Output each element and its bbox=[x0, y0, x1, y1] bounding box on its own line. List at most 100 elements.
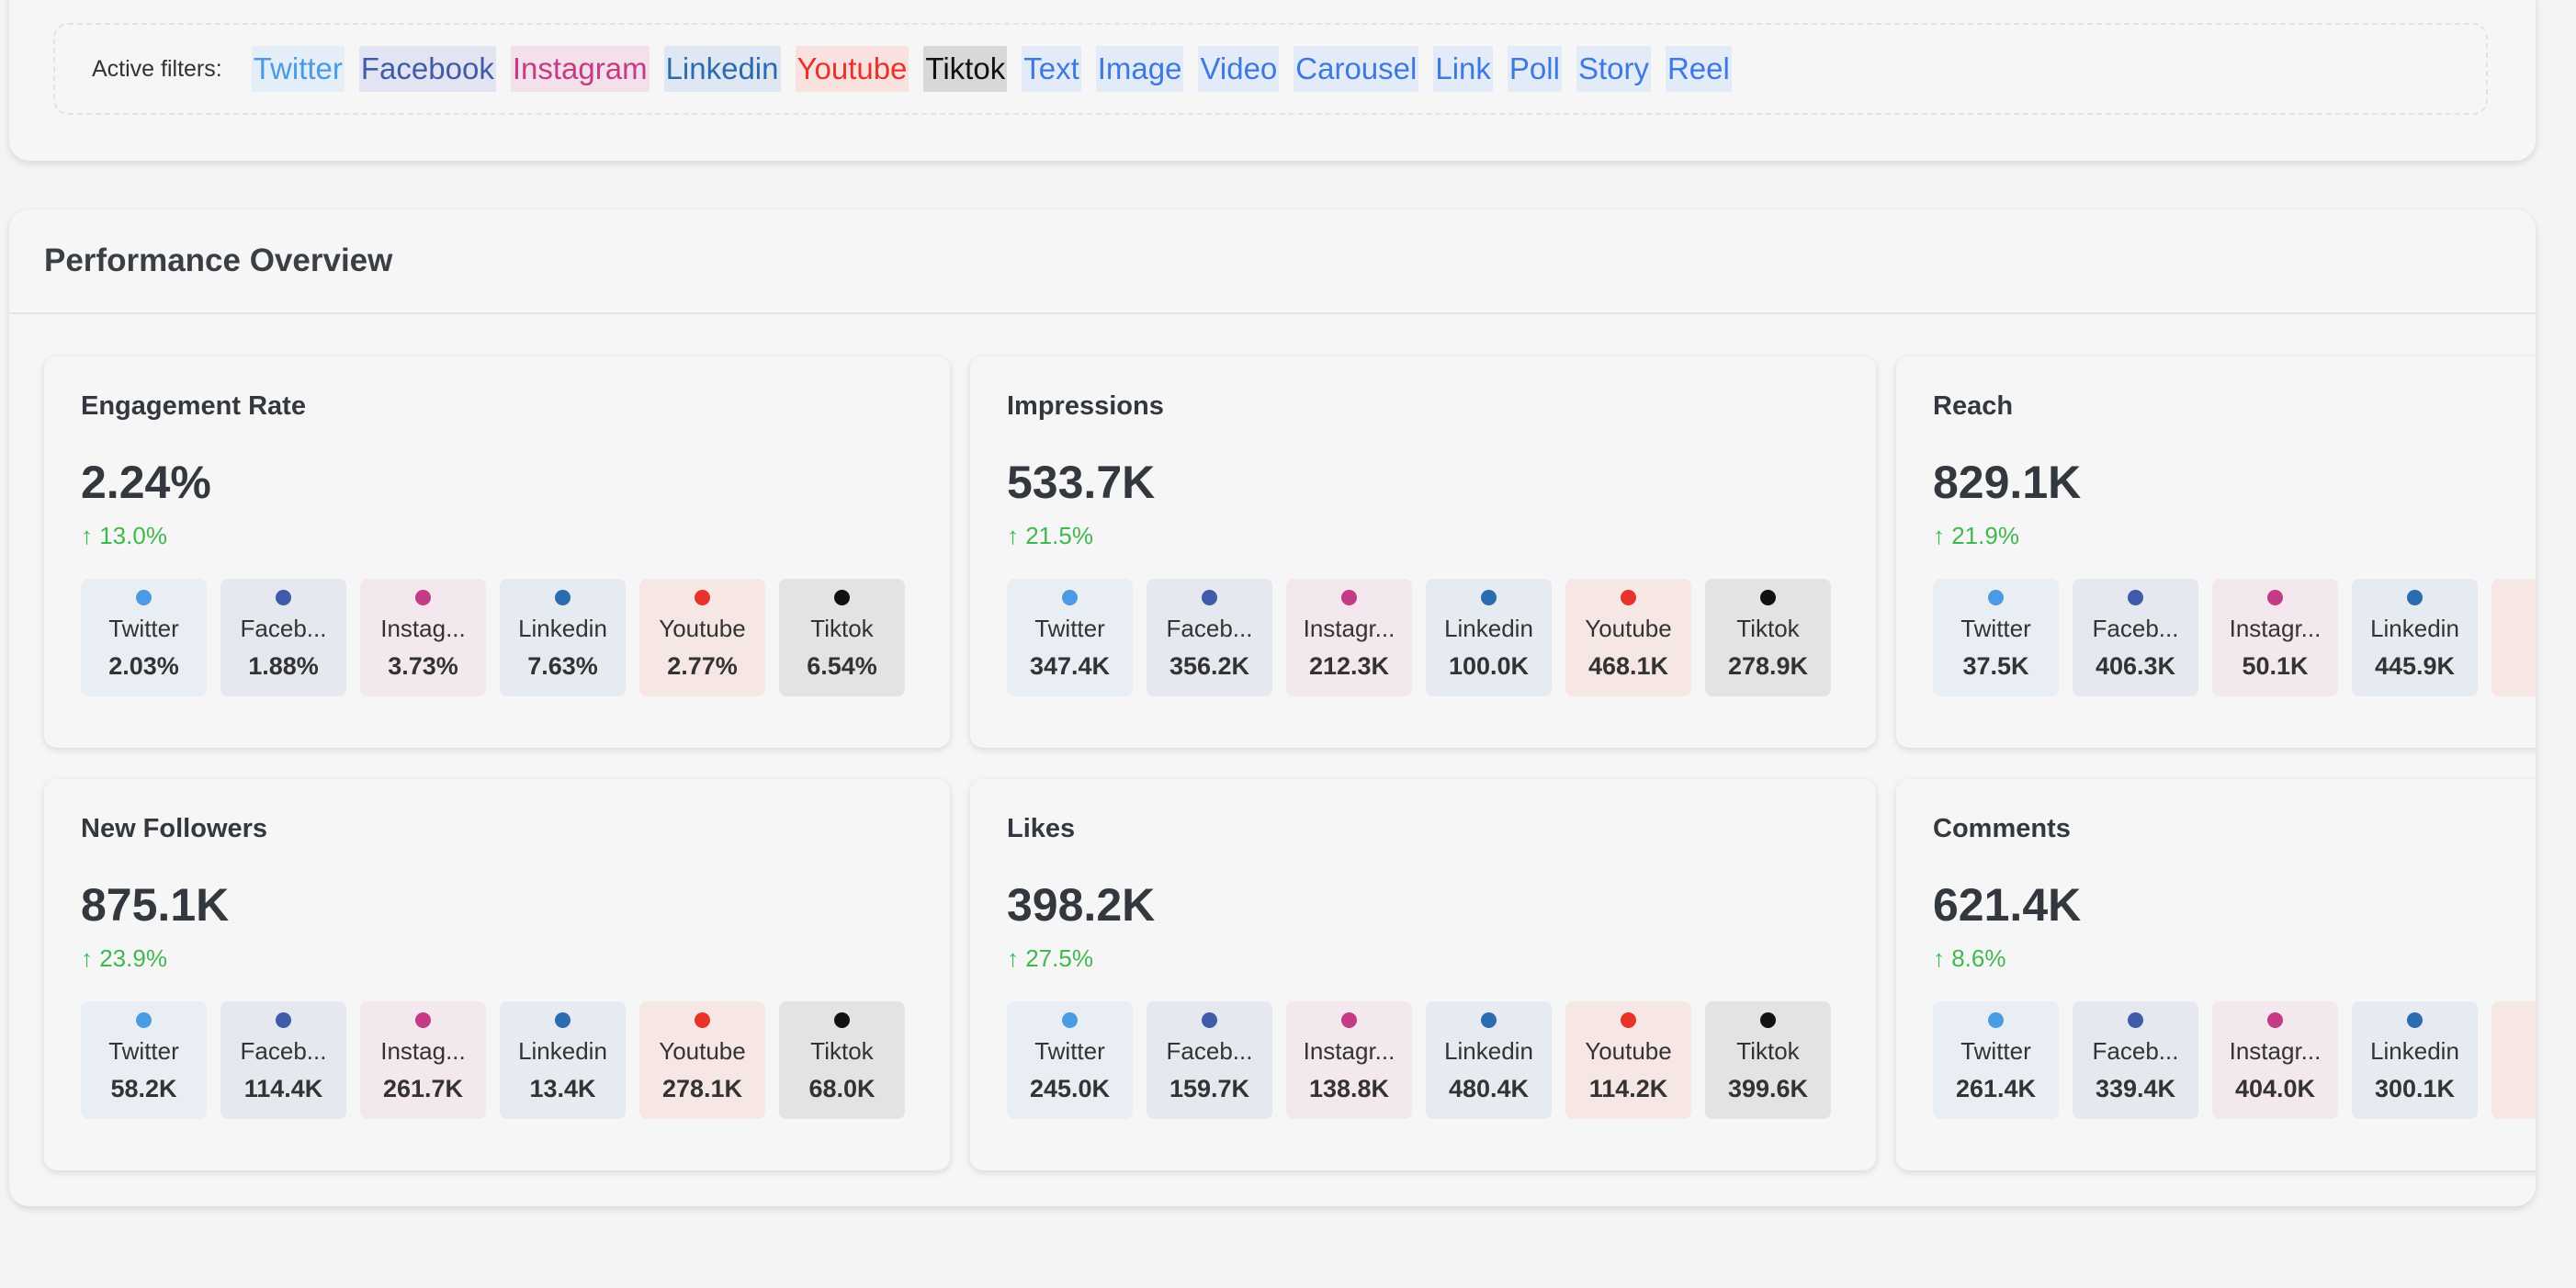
filter-chip-text[interactable]: Text bbox=[1022, 46, 1081, 92]
metric-change: ↑ 21.5% bbox=[1007, 522, 1093, 549]
filter-chip-story[interactable]: Story bbox=[1576, 46, 1651, 92]
metric-card-comments: Comments 621.4K ↑ 8.6% Twitter 261.4K Faceb..… bbox=[1896, 779, 2536, 1170]
platform-stat-twitter: Twitter 347.4K bbox=[1007, 579, 1133, 696]
platform-stat-youtube: Youtube 2.77% bbox=[639, 579, 765, 696]
twitter-dot-icon bbox=[136, 1012, 152, 1028]
filter-chip-image[interactable]: Image bbox=[1095, 46, 1184, 92]
platform-name: Twitter bbox=[1034, 1037, 1105, 1065]
platform-name: Twitter bbox=[1960, 1037, 2031, 1065]
metric-card-grid: Engagement Rate 2.24% ↑ 13.0% Twitter 2.03% F… bbox=[44, 356, 2536, 1170]
filter-chip-instagram[interactable]: Instagram bbox=[510, 46, 650, 92]
tiktok-dot-icon bbox=[1760, 1012, 1776, 1028]
platform-value: 50.1K bbox=[2242, 652, 2309, 680]
facebook-dot-icon bbox=[2128, 1012, 2143, 1028]
metric-card-new-followers: New Followers 875.1K ↑ 23.9% Twitter 58.2K Fa… bbox=[44, 779, 950, 1170]
platform-value: 399.6K bbox=[1727, 1075, 1809, 1102]
platform-stat-linkedin: Linkedin 300.1K bbox=[2352, 1001, 2478, 1119]
metric-value: 621.4K bbox=[1933, 879, 2082, 931]
filter-chip-tiktok[interactable]: Tiktok bbox=[923, 46, 1008, 92]
metric-change: ↑ 23.9% bbox=[81, 944, 167, 972]
linkedin-dot-icon bbox=[1481, 590, 1497, 605]
platform-stat-facebook: Faceb... 356.2K bbox=[1147, 579, 1272, 696]
metric-value: 398.2K bbox=[1007, 879, 1156, 931]
platform-name: Linkedin bbox=[1444, 1037, 1533, 1065]
platform-name: Instag... bbox=[380, 615, 466, 642]
platform-value: 37.5K bbox=[1962, 652, 2029, 680]
youtube-dot-icon bbox=[1621, 590, 1636, 605]
active-filters-label: Active filters: bbox=[92, 55, 222, 82]
platform-value: 261.7K bbox=[382, 1075, 464, 1102]
instagram-dot-icon bbox=[1341, 590, 1357, 605]
platform-name: Faceb... bbox=[1166, 1037, 1253, 1065]
platform-name: Instagr... bbox=[2229, 1037, 2322, 1065]
filter-chip-facebook[interactable]: Facebook bbox=[358, 46, 496, 92]
instagram-dot-icon bbox=[2267, 590, 2283, 605]
platform-stat-linkedin: Linkedin 100.0K bbox=[1426, 579, 1552, 696]
platform-stat-linkedin: Linkedin 7.63% bbox=[500, 579, 626, 696]
metric-title: Reach bbox=[1933, 391, 2014, 421]
platform-name: Linkedin bbox=[2370, 1037, 2459, 1065]
platform-stat-twitter: Twitter 245.0K bbox=[1007, 1001, 1133, 1119]
platform-value: 356.2K bbox=[1169, 652, 1250, 680]
instagram-dot-icon bbox=[2267, 1012, 2283, 1028]
platform-value: 261.4K bbox=[1955, 1075, 2037, 1102]
twitter-dot-icon bbox=[1062, 590, 1078, 605]
platform-stat-instagram: Instagr... 50.1K bbox=[2212, 579, 2338, 696]
page-title: Performance Overview bbox=[44, 243, 393, 278]
platform-name: Youtube bbox=[1585, 1037, 1672, 1065]
filter-chip-poll[interactable]: Poll bbox=[1507, 46, 1562, 92]
platform-value: 1.88% bbox=[248, 652, 319, 680]
filter-chip-linkedin[interactable]: Linkedin bbox=[663, 46, 781, 92]
platform-stat-twitter: Twitter 58.2K bbox=[81, 1001, 207, 1119]
facebook-dot-icon bbox=[276, 590, 291, 605]
instagram-dot-icon bbox=[415, 590, 431, 605]
platform-name: Twitter bbox=[1960, 615, 2031, 642]
platform-name: Twitter bbox=[108, 615, 179, 642]
facebook-dot-icon bbox=[2128, 590, 2143, 605]
filter-chip-youtube[interactable]: Youtube bbox=[795, 46, 910, 92]
filter-chip-video[interactable]: Video bbox=[1198, 46, 1280, 92]
platform-name: Faceb... bbox=[2092, 1037, 2179, 1065]
platform-stat-instagram: Instagr... 138.8K bbox=[1286, 1001, 1412, 1119]
platform-value: 100.0K bbox=[1448, 652, 1530, 680]
platform-value: 13.4K bbox=[529, 1075, 596, 1102]
platform-breakdown: Twitter 2.03% Faceb... 1.88% Instag... 3.73% L… bbox=[81, 579, 913, 696]
instagram-dot-icon bbox=[1341, 1012, 1357, 1028]
platform-value: 3.73% bbox=[388, 652, 458, 680]
metric-card-engagement-rate: Engagement Rate 2.24% ↑ 13.0% Twitter 2.03% F… bbox=[44, 356, 950, 748]
platform-name: Twitter bbox=[108, 1037, 179, 1065]
performance-overview-panel: Performance Overview Engagement Rate 2.24… bbox=[9, 209, 2536, 1206]
linkedin-dot-icon bbox=[2407, 1012, 2423, 1028]
filter-chip-reel[interactable]: Reel bbox=[1665, 46, 1732, 92]
platform-stat-facebook: Faceb... 1.88% bbox=[220, 579, 346, 696]
metric-value: 829.1K bbox=[1933, 457, 2082, 508]
platform-name: Linkedin bbox=[2370, 615, 2459, 642]
filter-chip-twitter[interactable]: Twitter bbox=[251, 46, 345, 92]
linkedin-dot-icon bbox=[2407, 590, 2423, 605]
platform-stat-instagram: Instagr... 404.0K bbox=[2212, 1001, 2338, 1119]
platform-value: 114.4K bbox=[243, 1075, 323, 1102]
metric-title: Likes bbox=[1007, 814, 1076, 843]
platform-value: 212.3K bbox=[1308, 652, 1390, 680]
platform-stat-facebook: Faceb... 339.4K bbox=[2073, 1001, 2198, 1119]
platform-stat-linkedin: Linkedin 13.4K bbox=[500, 1001, 626, 1119]
active-filters-bar: Active filters: Twitter Facebook Instagram… bbox=[53, 23, 2488, 115]
metric-value: 875.1K bbox=[81, 879, 230, 931]
metric-value: 533.7K bbox=[1007, 457, 1156, 508]
platform-name: Linkedin bbox=[518, 615, 607, 642]
linkedin-dot-icon bbox=[555, 590, 571, 605]
panel-header: Performance Overview bbox=[9, 209, 2536, 314]
platform-name: Faceb... bbox=[2092, 615, 2179, 642]
twitter-dot-icon bbox=[1988, 1012, 2004, 1028]
platform-name: Linkedin bbox=[1444, 615, 1533, 642]
platform-stat-tiktok: Tiktok 68.0K bbox=[779, 1001, 905, 1119]
platform-name: Faceb... bbox=[1166, 615, 1253, 642]
filter-chip-link[interactable]: Link bbox=[1433, 46, 1493, 92]
platform-stat-youtube: Youtube 114.2K bbox=[1565, 1001, 1691, 1119]
platform-stat-twitter: Twitter 261.4K bbox=[1933, 1001, 2059, 1119]
platform-name: Youtube bbox=[659, 1037, 746, 1065]
platform-breakdown: Twitter 58.2K Faceb... 114.4K Instag... 261.7… bbox=[81, 1001, 913, 1119]
filter-chip-carousel[interactable]: Carousel bbox=[1294, 46, 1419, 92]
platform-name: Tiktok bbox=[810, 1037, 874, 1065]
platform-stat-instagram: Instag... 261.7K bbox=[360, 1001, 486, 1119]
